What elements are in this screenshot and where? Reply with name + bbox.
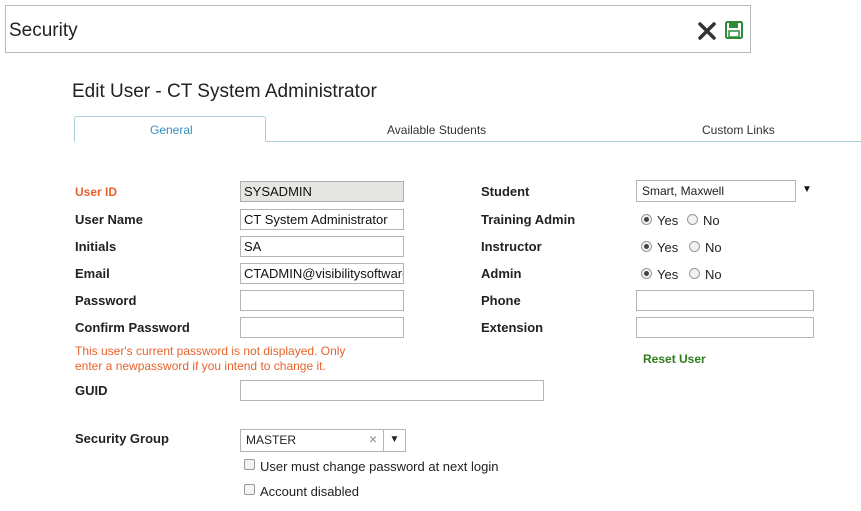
header-title: Security: [9, 20, 78, 41]
phone-field[interactable]: [636, 290, 814, 311]
admin-yes-radio[interactable]: [641, 268, 652, 279]
guid-label: GUID: [75, 383, 108, 398]
admin-label: Admin: [481, 266, 522, 281]
initials-label: Initials: [75, 239, 117, 254]
must-change-password-label: User must change password at next login: [260, 459, 499, 474]
tab-general-label[interactable]: General: [150, 123, 193, 137]
tab-available-students[interactable]: Available Students: [387, 123, 486, 137]
training-admin-no-radio[interactable]: [687, 214, 698, 225]
admin-no-radio[interactable]: [689, 268, 700, 279]
admin-yes-label: Yes: [657, 267, 679, 282]
training-admin-yes-radio[interactable]: [641, 214, 652, 225]
security-group-dropdown-button[interactable]: ▼: [383, 429, 406, 452]
instructor-yes-label: Yes: [657, 240, 679, 255]
page-title: Edit User - CT System Administrator: [72, 81, 377, 102]
window-header: Security: [5, 5, 751, 53]
email-field[interactable]: CTADMIN@visibilitysoftware: [240, 263, 404, 284]
user-id-label: User ID: [75, 185, 118, 199]
instructor-no-label: No: [705, 240, 722, 255]
chevron-down-icon: ▼: [389, 434, 400, 445]
tab-custom-links[interactable]: Custom Links: [702, 123, 775, 137]
initials-field[interactable]: SA: [240, 236, 404, 257]
training-admin-no-label: No: [703, 213, 720, 228]
email-label: Email: [75, 266, 110, 281]
training-admin-label: Training Admin: [481, 212, 576, 227]
instructor-yes-radio[interactable]: [641, 241, 652, 252]
confirm-password-label: Confirm Password: [75, 320, 190, 335]
admin-no-label: No: [705, 267, 722, 282]
extension-field[interactable]: [636, 317, 814, 338]
security-group-select[interactable]: MASTER: [240, 429, 384, 452]
training-admin-yes-label: Yes: [657, 213, 679, 228]
student-select[interactable]: Smart, Maxwell: [636, 180, 796, 202]
clear-icon[interactable]: ×: [369, 431, 377, 447]
security-group-label: Security Group: [75, 431, 169, 446]
save-icon[interactable]: [725, 21, 743, 39]
security-group-value: MASTER: [246, 433, 297, 447]
close-icon[interactable]: [697, 21, 717, 41]
extension-label: Extension: [481, 320, 544, 335]
instructor-label: Instructor: [481, 239, 542, 254]
instructor-no-radio[interactable]: [689, 241, 700, 252]
password-note-line1: This user's current password is not disp…: [75, 344, 346, 358]
user-name-field[interactable]: CT System Administrator: [240, 209, 404, 230]
student-chevron-down-icon[interactable]: ▼: [802, 184, 812, 195]
password-field[interactable]: [240, 290, 404, 311]
phone-label: Phone: [481, 293, 521, 308]
must-change-password-checkbox[interactable]: [244, 459, 255, 470]
user-id-field: SYSADMIN: [240, 181, 404, 202]
student-label: Student: [481, 184, 530, 199]
account-disabled-checkbox[interactable]: [244, 484, 255, 495]
confirm-password-field[interactable]: [240, 317, 404, 338]
password-note-line2: enter a newpassword if you intend to cha…: [75, 359, 326, 373]
user-name-label: User Name: [75, 212, 143, 227]
password-label: Password: [75, 293, 137, 308]
reset-user-link[interactable]: Reset User: [643, 352, 706, 366]
account-disabled-label: Account disabled: [260, 484, 360, 499]
guid-field[interactable]: [240, 380, 544, 401]
student-value: Smart, Maxwell: [642, 184, 725, 198]
